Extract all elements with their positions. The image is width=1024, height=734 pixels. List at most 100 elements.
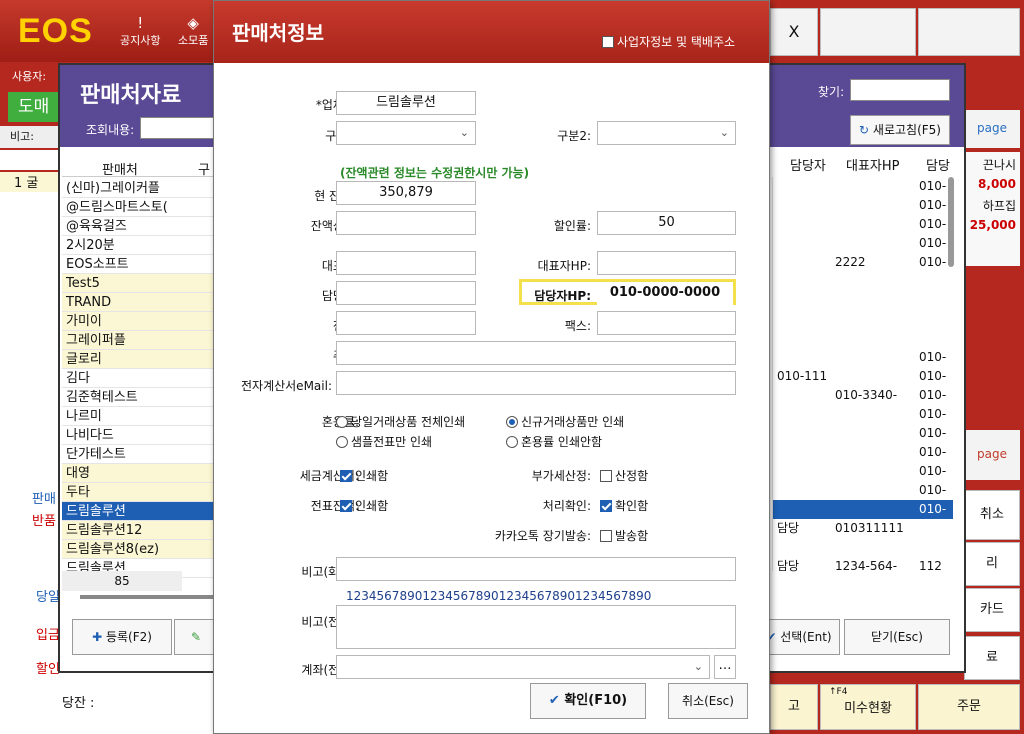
list-item[interactable]: 단가테스트: [62, 445, 217, 464]
email-input[interactable]: [336, 371, 736, 395]
cancel-grid-button[interactable]: 취소: [964, 490, 1020, 540]
grid-x-button[interactable]: X: [770, 8, 818, 56]
list-item[interactable]: 드림솔루션12: [62, 521, 217, 540]
cancel-button[interactable]: 취소(Esc): [668, 683, 748, 719]
list-item[interactable]: 김준혁테스트: [62, 388, 217, 407]
close-button[interactable]: 닫기(Esc): [844, 619, 950, 655]
process-checkbox[interactable]: 확인함: [600, 497, 648, 514]
mix-opt1-label: 당일거래상품 전체인쇄: [351, 415, 466, 429]
list-item[interactable]: 대영: [62, 464, 217, 483]
supplies-icon: ◈: [187, 14, 199, 32]
company-input[interactable]: 드림솔루션: [336, 91, 476, 115]
table-row[interactable]: 010-: [773, 196, 953, 215]
rep-hp-input[interactable]: [597, 251, 736, 275]
kakao-checkbox[interactable]: 발송함: [600, 527, 648, 544]
list-item[interactable]: @육육걸즈: [62, 217, 217, 236]
phone-input[interactable]: [336, 311, 476, 335]
list-item[interactable]: 드림솔루션: [62, 502, 217, 521]
list-item[interactable]: 가미이: [62, 312, 217, 331]
list-item[interactable]: 그레이퍼플: [62, 331, 217, 350]
page-link[interactable]: page: [964, 110, 1020, 148]
table-row[interactable]: 010-: [773, 443, 953, 462]
table-row[interactable]: 010-: [773, 462, 953, 481]
table-row[interactable]: 담당 1234-564- 112: [773, 557, 953, 576]
fee-grid-button[interactable]: 료: [964, 636, 1020, 680]
grid-button[interactable]: [918, 8, 1020, 56]
register-button[interactable]: ✚ 등록(F2): [72, 619, 172, 655]
slip-balance-checkbox[interactable]: 인쇄함: [340, 497, 388, 514]
memo-screen-input[interactable]: [336, 557, 736, 581]
table-row[interactable]: 010-111 010-: [773, 367, 953, 386]
receivable-button[interactable]: ↑F4 미수현황: [820, 684, 916, 730]
discount-input[interactable]: 50: [597, 211, 736, 235]
manager-input[interactable]: [336, 281, 476, 305]
balance-limit-input[interactable]: [336, 211, 476, 235]
h-scrollbar[interactable]: [80, 595, 220, 599]
cat2-select[interactable]: ⌄: [597, 121, 736, 145]
product-panel[interactable]: 끈나시 8,000 하프집 25,000: [964, 152, 1020, 266]
list-item[interactable]: 2시20분: [62, 236, 217, 255]
list-item[interactable]: (신마)그레이커플: [62, 179, 217, 198]
fax-input[interactable]: [597, 311, 736, 335]
ri-grid-button[interactable]: 리: [964, 542, 1020, 586]
table-row[interactable]: [773, 329, 953, 348]
card-grid-button[interactable]: 카드: [964, 588, 1020, 632]
list-item[interactable]: 두타: [62, 483, 217, 502]
supplies-button[interactable]: ◈ 소모품: [178, 14, 208, 48]
lookup-input[interactable]: [140, 117, 214, 139]
bg-row[interactable]: 1 굴: [0, 172, 60, 192]
ok-button[interactable]: ✔ 확인(F10): [530, 683, 646, 719]
cat1-select[interactable]: ⌄: [336, 121, 476, 145]
list-item[interactable]: Test5: [62, 274, 217, 293]
table-row[interactable]: 010-: [773, 500, 953, 519]
grid-button[interactable]: [820, 8, 916, 56]
rep-input[interactable]: [336, 251, 476, 275]
biz-info-checkbox[interactable]: 사업자정보 및 택배주소: [602, 33, 735, 50]
seller-info-dialog: 판매처정보 사업자정보 및 택배주소 *업체명: 드림솔루션 구분1: ⌄ 구분…: [213, 0, 770, 734]
mix-option-3[interactable]: 샘플전표만 인쇄: [336, 433, 432, 450]
order-button[interactable]: 주문: [918, 684, 1020, 730]
memo-slip-input[interactable]: [336, 605, 736, 649]
table-row[interactable]: 010-: [773, 215, 953, 234]
list-item[interactable]: 글로리: [62, 350, 217, 369]
current-balance-input[interactable]: 350,879: [336, 181, 476, 205]
table-row[interactable]: [773, 291, 953, 310]
table-row[interactable]: 010-: [773, 405, 953, 424]
table-row[interactable]: 010-: [773, 177, 953, 196]
page-link-2[interactable]: page: [964, 430, 1020, 480]
find-input[interactable]: [850, 79, 950, 101]
account-select[interactable]: ⌄: [336, 655, 710, 679]
mix-option-4[interactable]: 혼용률 인쇄안함: [506, 433, 602, 450]
manager-hp-input[interactable]: 010-0000-0000: [597, 282, 733, 306]
tax-invoice-checkbox[interactable]: 인쇄함: [340, 467, 388, 484]
notice-button[interactable]: ! 공지사항: [120, 14, 160, 48]
v-scrollbar[interactable]: [948, 177, 954, 267]
list-item[interactable]: 나비다드: [62, 426, 217, 445]
list-item[interactable]: 드림솔루션8(ez): [62, 540, 217, 559]
edit-button[interactable]: ✎: [174, 619, 218, 655]
table-row[interactable]: 010-3340- 010-: [773, 386, 953, 405]
table-row[interactable]: 010-: [773, 234, 953, 253]
list-item[interactable]: TRAND: [62, 293, 217, 312]
list-item[interactable]: EOS소프트: [62, 255, 217, 274]
list-item[interactable]: 나르미: [62, 407, 217, 426]
mix-option-2[interactable]: 신규거래상품만 인쇄: [506, 413, 624, 430]
address-input[interactable]: [336, 341, 736, 365]
refresh-button[interactable]: ↻ 새로고침(F5): [850, 115, 950, 145]
mix-option-1[interactable]: 당일거래상품 전체인쇄: [336, 413, 465, 430]
table-row[interactable]: 담당 010311111: [773, 519, 953, 538]
select-button[interactable]: ✔ 선택(Ent): [758, 619, 840, 655]
table-row[interactable]: [773, 310, 953, 329]
table-row[interactable]: [773, 272, 953, 291]
table-row[interactable]: 2222 010-: [773, 253, 953, 272]
table-row[interactable]: [773, 538, 953, 557]
go-grid-button[interactable]: 고: [770, 684, 818, 730]
list-item[interactable]: @드림스마트스토(: [62, 198, 217, 217]
wholesale-tab[interactable]: 도매: [8, 92, 60, 122]
account-more-button[interactable]: …: [714, 655, 736, 679]
vat-checkbox[interactable]: 산정함: [600, 467, 648, 484]
table-row[interactable]: 010-: [773, 481, 953, 500]
table-row[interactable]: 010-: [773, 348, 953, 367]
table-row[interactable]: 010-: [773, 424, 953, 443]
list-item[interactable]: 김다: [62, 369, 217, 388]
